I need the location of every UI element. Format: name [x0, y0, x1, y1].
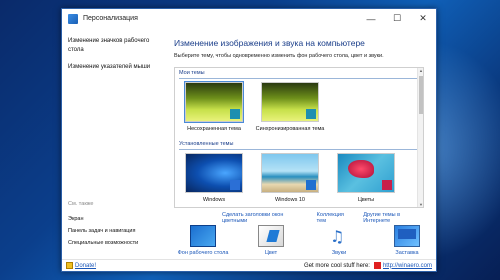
color-swatch: [230, 180, 240, 190]
theme-synced[interactable]: Синхронизированная тема: [255, 82, 325, 133]
scroll-down-icon[interactable]: ▼: [418, 202, 423, 207]
color-swatch: [306, 109, 316, 119]
theme-windows-10[interactable]: Windows 10: [255, 153, 325, 204]
close-button[interactable]: ✕: [410, 9, 436, 29]
link-more-themes-online[interactable]: Другие темы в Интернете: [363, 212, 426, 224]
music-note-icon: ♫: [330, 227, 345, 246]
theme-thumbnail: [184, 81, 244, 123]
theme-unsaved[interactable]: Несохраненная тема: [179, 81, 249, 133]
screensaver-icon: [394, 225, 420, 247]
page-description: Выберите тему, чтобы одновременно измени…: [174, 53, 384, 59]
donate-label: Donate!: [75, 262, 97, 269]
sidebar-link-mouse-pointers[interactable]: Изменение указателей мыши: [68, 63, 162, 72]
footer-promo-text: Get more cool stuff here:: [304, 262, 370, 269]
theme-name: Windows 10: [275, 197, 305, 203]
see-also-link-taskbar[interactable]: Панель задач и навигация: [68, 228, 136, 234]
color-swatch: [230, 109, 240, 119]
donate-link[interactable]: Donate!: [66, 262, 96, 269]
theme-flowers[interactable]: Цветы: [331, 153, 401, 204]
theme-name: Цветы: [357, 197, 375, 203]
personalization-icon: [68, 13, 78, 24]
main-panel: Изменение изображения и звука на компьют…: [166, 29, 436, 271]
flower-image: [348, 160, 374, 178]
theme-thumbnail: [261, 153, 319, 193]
see-also-link-accessibility[interactable]: Специальные возможности: [68, 240, 138, 246]
theme-name: Несохраненная тема: [187, 126, 241, 132]
link-colored-titlebars[interactable]: Сделать заголовки окон цветными: [222, 212, 307, 224]
minimize-button[interactable]: —: [358, 9, 384, 29]
theme-name: Синхронизированная тема: [255, 126, 325, 132]
themes-list: Мои темы Несохраненная тема Синхронизиро…: [174, 67, 424, 208]
see-also-link-display[interactable]: Экран: [68, 216, 84, 222]
option-color[interactable]: Цвет: [242, 225, 300, 256]
option-label: Цвет: [264, 250, 278, 256]
theme-thumbnail: [185, 153, 243, 193]
option-desktop-background[interactable]: Фон рабочего стола: [174, 225, 232, 256]
color-swatch: [306, 180, 316, 190]
footer-bar: Donate! Get more cool stuff here: http:/…: [62, 259, 436, 271]
option-label: Фон рабочего стола: [177, 250, 229, 256]
see-also-label: См. также: [68, 201, 94, 207]
theme-windows[interactable]: Windows: [179, 153, 249, 204]
sidebar: Изменение значков рабочего стола Изменен…: [62, 29, 166, 272]
group-label-installed: Установленные темы: [179, 141, 234, 147]
title-bar: Персонализация — ☐ ✕: [62, 9, 436, 29]
option-label: Заставка: [395, 250, 419, 256]
sidebar-link-desktop-icons[interactable]: Изменение значков рабочего стола: [68, 37, 162, 55]
theme-thumbnail: [261, 82, 319, 122]
group-label-my-themes: Мои темы: [179, 70, 205, 76]
theme-name: Windows: [202, 197, 226, 203]
donate-icon: [66, 262, 73, 269]
scroll-up-icon[interactable]: ▲: [418, 68, 423, 73]
scrollbar-thumb[interactable]: [419, 76, 423, 114]
theme-thumbnail: [337, 153, 395, 193]
option-screensaver[interactable]: Заставка: [378, 225, 436, 256]
themes-scrollbar[interactable]: ▲ ▼: [417, 68, 423, 207]
option-label: Звуки: [331, 250, 347, 256]
customization-options: Фон рабочего стола Цвет ♫ Звуки Заставка: [174, 225, 436, 256]
link-theme-collection[interactable]: Коллекция тем: [317, 212, 354, 224]
winaero-icon: [373, 262, 381, 269]
page-title: Изменение изображения и звука на компьют…: [174, 38, 365, 48]
option-sounds[interactable]: ♫ Звуки: [310, 225, 368, 256]
personalization-window: Персонализация — ☐ ✕ Изменение значков р…: [61, 8, 437, 272]
winaero-url: http://winaero.com: [382, 262, 432, 269]
color-icon: [258, 225, 284, 247]
color-swatch: [382, 180, 392, 190]
window-title: Персонализация: [83, 15, 138, 22]
theme-links: Сделать заголовки окон цветными Коллекци…: [222, 212, 436, 224]
winaero-link[interactable]: http://winaero.com: [373, 262, 432, 269]
maximize-button[interactable]: ☐: [384, 9, 410, 29]
desktop-background-icon: [190, 225, 216, 247]
sounds-icon: ♫: [326, 225, 352, 247]
